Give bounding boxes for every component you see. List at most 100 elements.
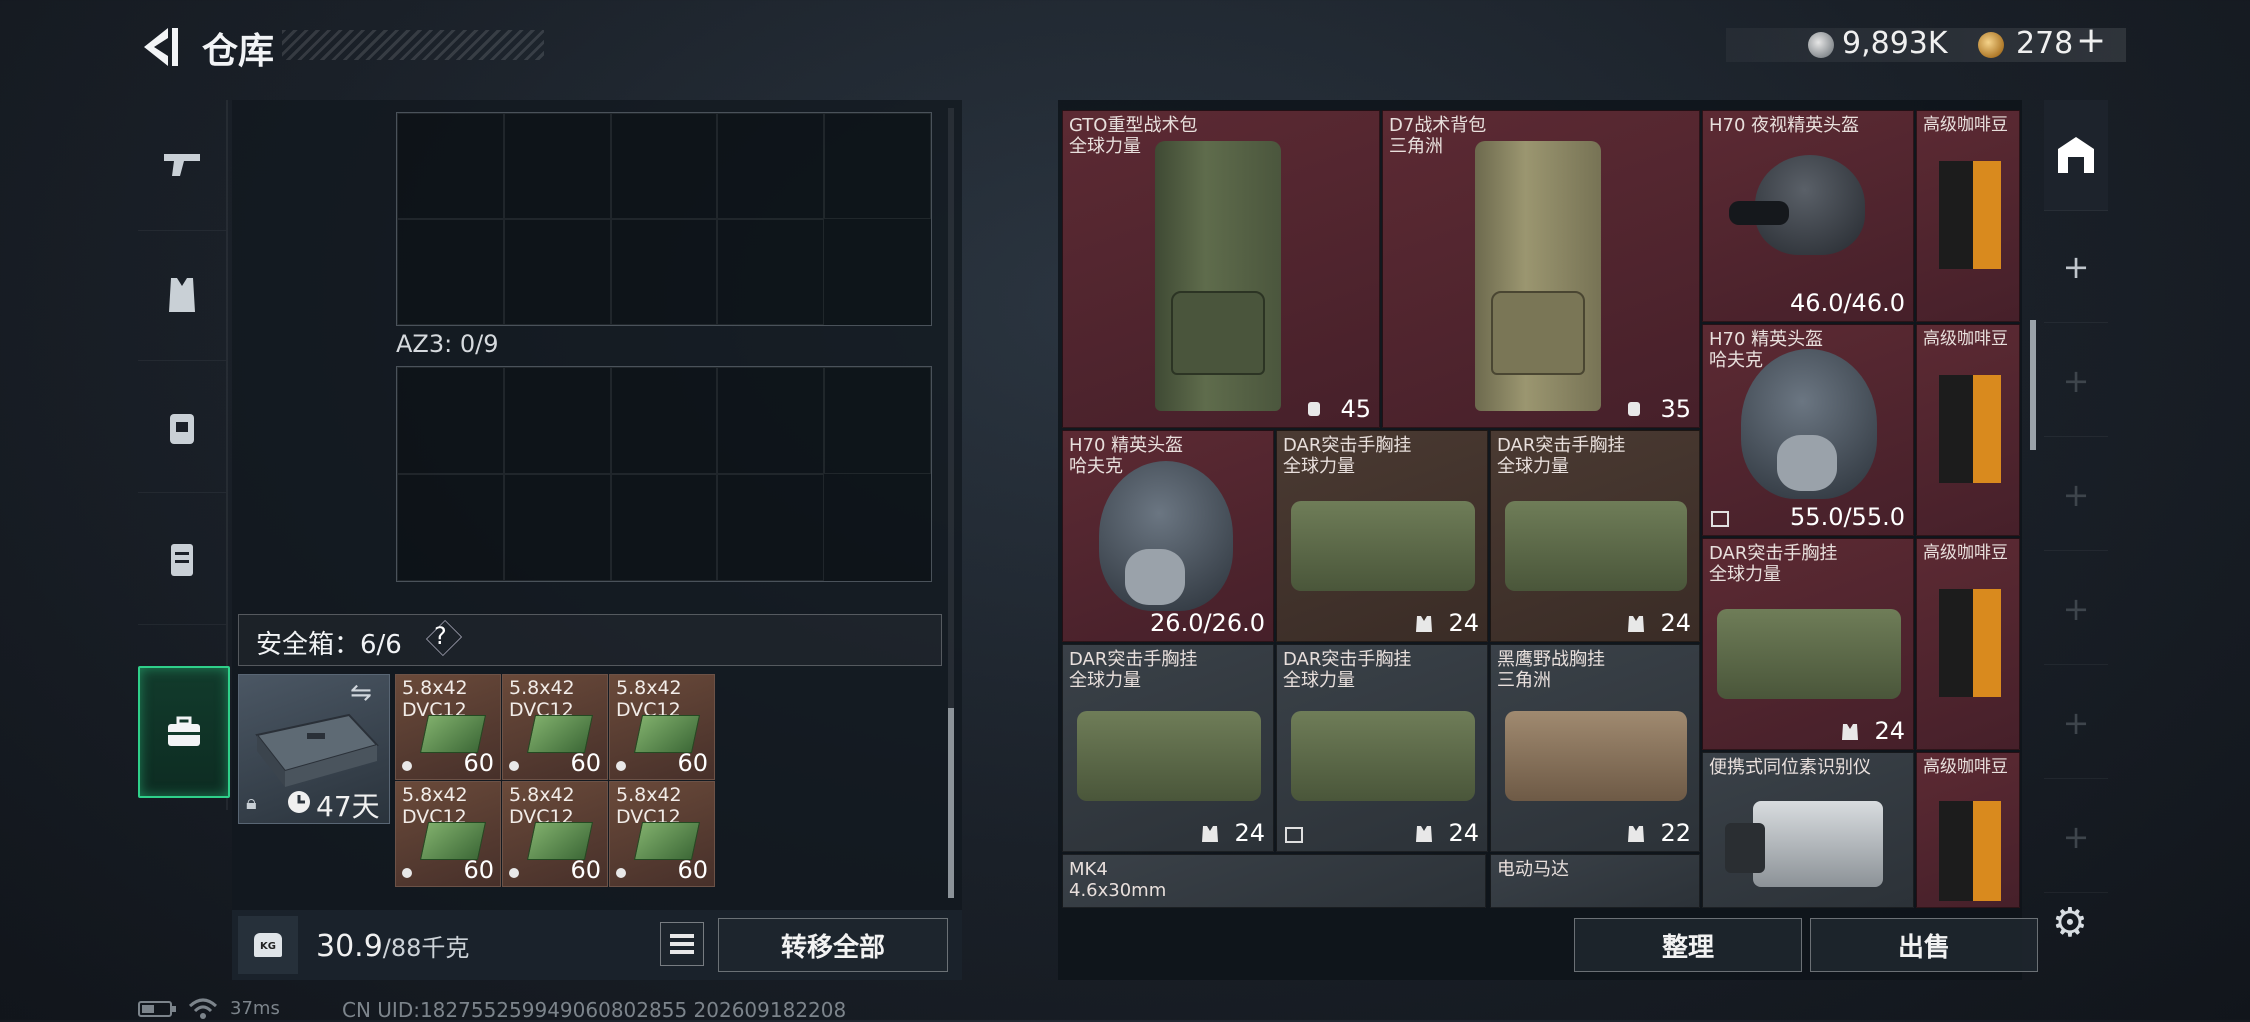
ammo-item[interactable]: 5.8x42 DVC12 60 [395,674,501,780]
weight-button[interactable]: KG [238,916,298,974]
grid-cell[interactable] [824,113,931,219]
tab-container[interactable] [138,494,226,625]
chest-rig-image [1505,501,1687,591]
tab-backpack[interactable] [138,362,226,493]
status-dot [509,761,519,771]
back-arrow-icon[interactable] [138,24,180,70]
item-name: 高级咖啡豆 [1923,329,2008,349]
item-isotope-detector[interactable]: 便携式同位素识别仪 [1702,752,1914,908]
ammo-item[interactable]: 5.8x42 DVC12 60 [609,674,715,780]
grid-cell[interactable] [610,219,718,325]
item-dar-vest[interactable]: DAR突击手胸挂 全球力量 24 [1276,430,1488,642]
ammo-item[interactable]: 5.8x42 DVC12 60 [395,781,501,887]
grid-cell[interactable] [610,474,718,581]
grid-cell[interactable] [610,113,718,219]
item-name: 高级咖啡豆 [1923,115,2008,135]
ammo-count: 60 [570,856,601,884]
item-blackhawk-vest[interactable]: 黑鹰野战胸挂 三角洲 22 [1490,644,1700,852]
item-faction: 全球力量 [1709,564,1781,585]
grid-cell[interactable] [503,474,611,581]
grid-cell[interactable] [503,219,611,325]
ammo-box-image [633,715,701,753]
grid-cell[interactable] [503,367,611,474]
item-h70-helmet[interactable]: H70 精英头盔 哈夫克 55.0/55.0 [1702,324,1914,536]
locked-stash-page[interactable]: + [2044,554,2108,665]
ammo-item[interactable]: 5.8x42 DVC12 60 [502,674,608,780]
item-faction: 全球力量 [1069,136,1141,157]
ammo-caliber: 5.8x42 [402,677,468,699]
stash-scrollbar[interactable] [2030,320,2036,450]
grid-cell[interactable] [717,474,825,581]
item-capacity: 24 [1234,819,1265,847]
grid-cell[interactable] [824,367,931,474]
item-gto-backpack[interactable]: GTO重型战术包 全球力量 45 [1062,110,1380,428]
tab-weapons[interactable] [138,100,226,231]
vest-small-icon [1628,826,1644,842]
coffee-bag-image [1939,375,2001,483]
grid-cell[interactable] [397,219,504,325]
grid-cell[interactable] [503,113,611,219]
grid-cell[interactable] [397,367,504,474]
backpack-icon [170,414,194,444]
storage-grid-top[interactable] [396,112,932,326]
item-electric-motor[interactable]: 电动马达 [1490,854,1700,908]
left-scrollbar-thumb[interactable] [948,708,954,898]
status-dot [402,868,412,878]
item-durability: 55.0/55.0 [1790,503,1905,531]
grid-cell[interactable] [717,113,825,219]
item-dar-vest[interactable]: DAR突击手胸挂 全球力量 24 [1702,538,1914,750]
item-coffee-beans[interactable]: 高级咖啡豆 [1916,752,2020,908]
item-d7-backpack[interactable]: D7战术背包 三角洲 35 [1382,110,1700,428]
locked-stash-page[interactable]: + [2044,668,2108,779]
locked-stash-page[interactable]: + [2044,782,2108,893]
item-caliber: 4.6x30mm [1069,880,1167,901]
chest-rig-image [1291,501,1475,591]
grid-cell[interactable] [717,219,825,325]
transfer-all-button[interactable]: 转移全部 [718,918,948,972]
item-name: DAR突击手胸挂 [1069,649,1198,670]
locked-stash-page[interactable]: + [2044,326,2108,437]
item-capacity: 24 [1874,717,1905,745]
grid-cell[interactable] [397,113,504,219]
stash-page-home[interactable] [2044,100,2108,211]
item-h70-nv-helmet[interactable]: H70 夜视精英头盔 46.0/46.0 [1702,110,1914,322]
lock-icon: 🔒︎ [246,790,257,814]
item-dar-vest[interactable]: DAR突击手胸挂 全球力量 24 [1276,644,1488,852]
item-coffee-beans[interactable]: 高级咖啡豆 [1916,538,2020,750]
list-view-button[interactable] [660,922,704,966]
title-decoration [282,30,544,60]
grid-cell[interactable] [397,474,504,581]
silver-coin-icon [1808,32,1834,58]
container-icon [171,544,193,576]
tab-vest[interactable] [138,230,226,361]
grid-cell[interactable] [610,367,718,474]
locked-stash-page[interactable]: + [2044,440,2108,551]
tab-safe-case[interactable] [138,666,230,798]
add-currency-button[interactable]: + [2076,20,2106,61]
coffee-bag-image [1939,801,2001,901]
item-coffee-beans[interactable]: 高级咖啡豆 [1916,324,2020,536]
backpack-small-icon [1308,402,1320,416]
ammo-caliber: 5.8x42 [509,784,575,806]
storage-grid-az3[interactable] [396,366,932,582]
item-mk4[interactable]: MK4 4.6x30mm [1062,854,1486,908]
item-dar-vest[interactable]: DAR突击手胸挂 全球力量 24 [1490,430,1700,642]
add-stash-page-button[interactable]: + [2044,212,2108,323]
item-coffee-beans[interactable]: 高级咖啡豆 [1916,110,2020,322]
item-dar-vest[interactable]: DAR突击手胸挂 全球力量 24 [1062,644,1274,852]
ammo-item[interactable]: 5.8x42 DVC12 60 [609,781,715,887]
item-capacity: 24 [1448,819,1479,847]
item-h70-helmet[interactable]: H70 精英头盔 哈夫克 26.0/26.0 [1062,430,1274,642]
ammo-item[interactable]: 5.8x42 DVC12 60 [502,781,608,887]
item-faction: 哈夫克 [1709,350,1763,371]
ammo-caliber: 5.8x42 [509,677,575,699]
settings-gear-icon[interactable]: ⚙ [2052,900,2088,946]
left-scrollbar[interactable] [948,108,954,898]
swap-icon[interactable]: ⇋ [350,678,372,708]
help-icon[interactable]: ? [434,622,447,650]
vest-small-icon [1842,724,1858,740]
sell-button[interactable]: 出售 [1810,918,2038,972]
coffee-bag-image [1939,161,2001,269]
grid-cell[interactable] [717,367,825,474]
sort-button[interactable]: 整理 [1574,918,1802,972]
